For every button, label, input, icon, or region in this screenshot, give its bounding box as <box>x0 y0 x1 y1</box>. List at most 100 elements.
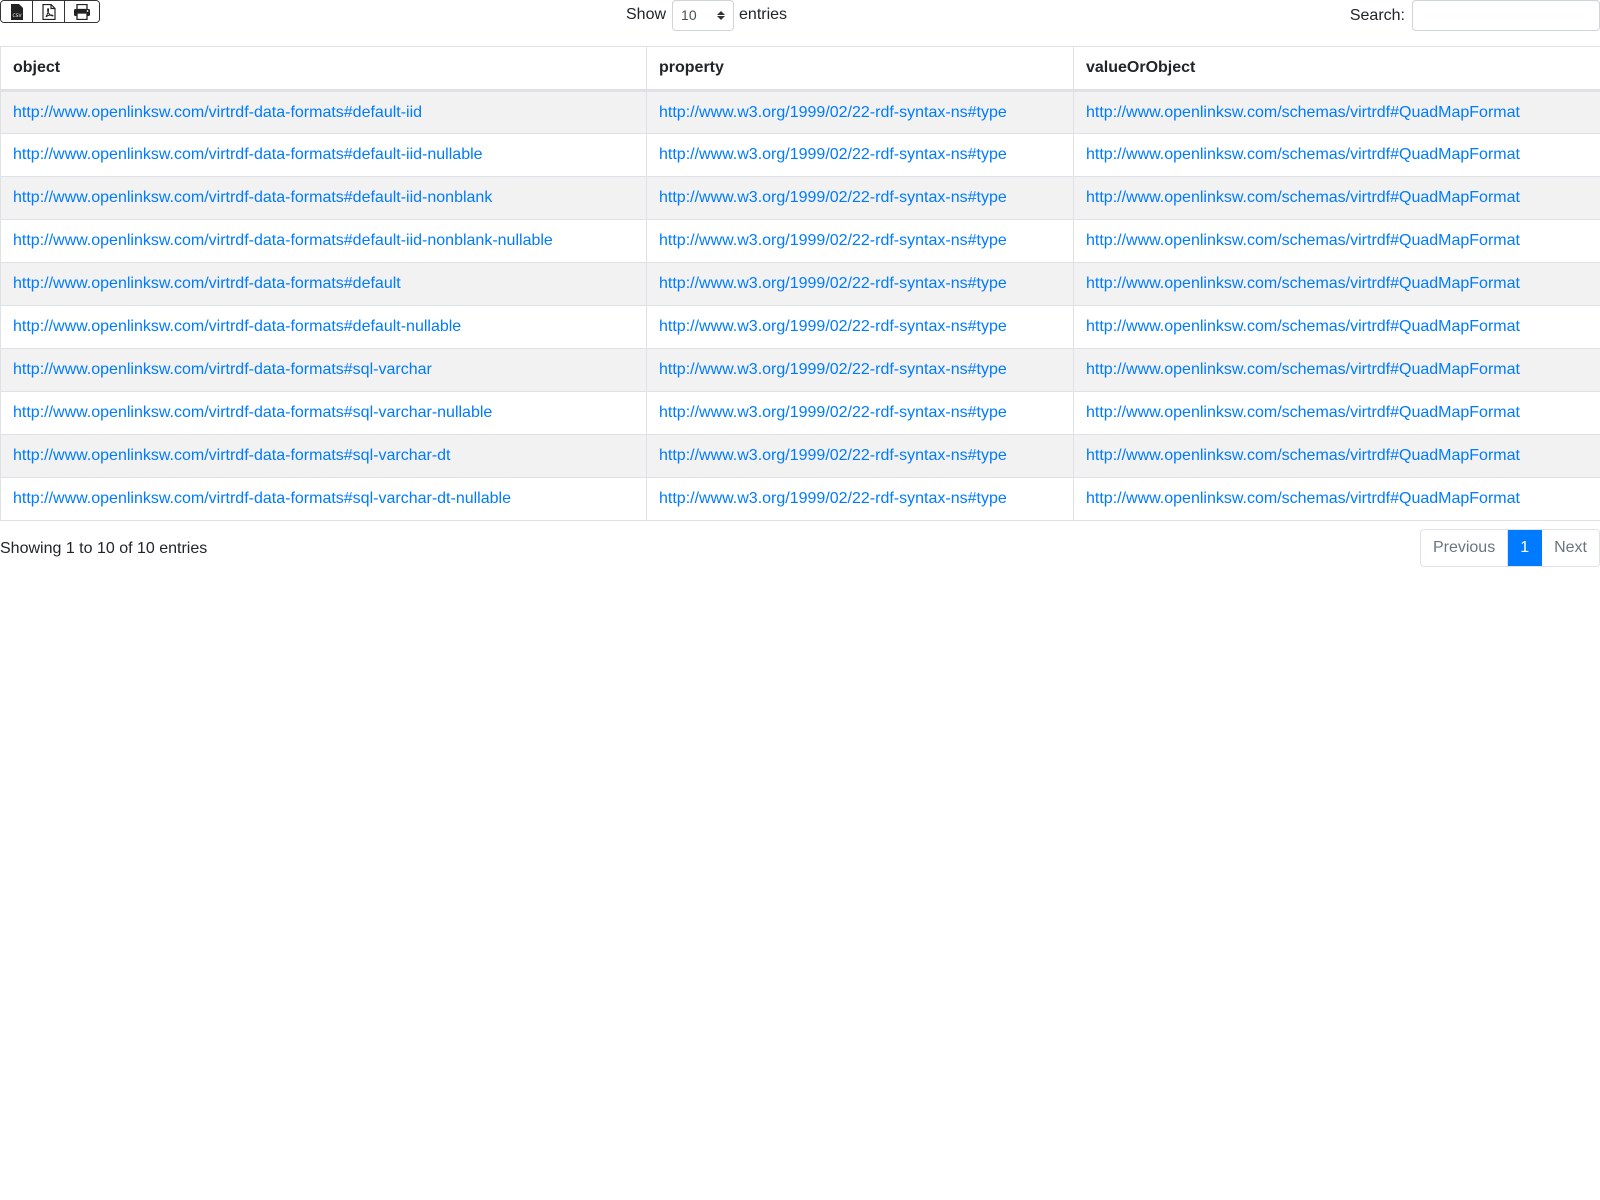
page-length-value: 10 <box>681 7 697 23</box>
object-link[interactable]: http://www.openlinksw.com/virtrdf-data-f… <box>13 404 492 421</box>
column-header-value-or-object[interactable]: valueOrObject <box>1073 46 1600 92</box>
search-label: Search: <box>1349 6 1405 24</box>
property-link[interactable]: http://www.w3.org/1999/02/22-rdf-syntax-… <box>659 447 1007 464</box>
csv-icon-label: CSV <box>12 13 22 19</box>
table-row: http://www.openlinksw.com/virtrdf-data-f… <box>0 133 1600 177</box>
table-footer: Showing 1 to 10 of 10 entries Previous 1… <box>0 521 1600 581</box>
object-cell: http://www.openlinksw.com/virtrdf-data-f… <box>0 348 647 392</box>
object-link[interactable]: http://www.openlinksw.com/virtrdf-data-f… <box>13 146 483 163</box>
table-row: http://www.openlinksw.com/virtrdf-data-f… <box>0 434 1600 478</box>
select-arrows-icon <box>717 10 726 20</box>
property-link[interactable]: http://www.w3.org/1999/02/22-rdf-syntax-… <box>659 232 1007 249</box>
pagination: Previous 1 Next <box>1419 529 1600 567</box>
property-cell: http://www.w3.org/1999/02/22-rdf-syntax-… <box>646 391 1074 435</box>
value-cell: http://www.openlinksw.com/schemas/virtrd… <box>1073 219 1600 263</box>
search-control: Search: <box>1350 0 1600 31</box>
object-cell: http://www.openlinksw.com/virtrdf-data-f… <box>0 219 647 263</box>
object-link[interactable]: http://www.openlinksw.com/virtrdf-data-f… <box>13 447 450 464</box>
value-link[interactable]: http://www.openlinksw.com/schemas/virtrd… <box>1086 404 1520 421</box>
page-length-select[interactable]: 10 <box>672 0 735 31</box>
object-cell: http://www.openlinksw.com/virtrdf-data-f… <box>0 90 647 134</box>
table-header-row: object property valueOrObject <box>0 46 1600 92</box>
table-row: http://www.openlinksw.com/virtrdf-data-f… <box>0 262 1600 306</box>
previous-page-button[interactable]: Previous <box>1420 530 1509 566</box>
value-cell: http://www.openlinksw.com/schemas/virtrd… <box>1073 176 1600 220</box>
value-cell: http://www.openlinksw.com/schemas/virtrd… <box>1073 348 1600 392</box>
property-link[interactable]: http://www.w3.org/1999/02/22-rdf-syntax-… <box>659 275 1007 292</box>
page-length-control: Show 10 entries <box>626 0 788 31</box>
object-cell: http://www.openlinksw.com/virtrdf-data-f… <box>0 305 647 349</box>
column-header-object[interactable]: object <box>0 46 647 92</box>
search-input[interactable] <box>1412 0 1600 31</box>
object-link[interactable]: http://www.openlinksw.com/virtrdf-data-f… <box>13 490 511 507</box>
table-row: http://www.openlinksw.com/virtrdf-data-f… <box>0 176 1600 220</box>
property-link[interactable]: http://www.w3.org/1999/02/22-rdf-syntax-… <box>659 146 1007 163</box>
table-row: http://www.openlinksw.com/virtrdf-data-f… <box>0 305 1600 349</box>
show-label: Show <box>626 6 667 23</box>
value-cell: http://www.openlinksw.com/schemas/virtrd… <box>1073 477 1600 521</box>
export-pdf-button[interactable] <box>33 1 65 22</box>
value-link[interactable]: http://www.openlinksw.com/schemas/virtrd… <box>1086 490 1520 507</box>
results-table: object property valueOrObject http://www… <box>0 46 1600 521</box>
value-cell: http://www.openlinksw.com/schemas/virtrd… <box>1073 90 1600 134</box>
file-csv-icon: CSV <box>10 3 23 20</box>
object-link[interactable]: http://www.openlinksw.com/virtrdf-data-f… <box>13 275 401 292</box>
property-cell: http://www.w3.org/1999/02/22-rdf-syntax-… <box>646 262 1074 306</box>
value-cell: http://www.openlinksw.com/schemas/virtrd… <box>1073 305 1600 349</box>
table-toolbar: CSV Show 10 entries Search: <box>0 0 1600 46</box>
property-cell: http://www.w3.org/1999/02/22-rdf-syntax-… <box>646 133 1074 177</box>
property-link[interactable]: http://www.w3.org/1999/02/22-rdf-syntax-… <box>659 361 1007 378</box>
table-row: http://www.openlinksw.com/virtrdf-data-f… <box>0 90 1600 134</box>
object-cell: http://www.openlinksw.com/virtrdf-data-f… <box>0 434 647 478</box>
object-link[interactable]: http://www.openlinksw.com/virtrdf-data-f… <box>13 232 553 249</box>
value-cell: http://www.openlinksw.com/schemas/virtrd… <box>1073 434 1600 478</box>
object-cell: http://www.openlinksw.com/virtrdf-data-f… <box>0 262 647 306</box>
value-cell: http://www.openlinksw.com/schemas/virtrd… <box>1073 262 1600 306</box>
object-cell: http://www.openlinksw.com/virtrdf-data-f… <box>0 477 647 521</box>
property-cell: http://www.w3.org/1999/02/22-rdf-syntax-… <box>646 176 1074 220</box>
object-cell: http://www.openlinksw.com/virtrdf-data-f… <box>0 133 647 177</box>
value-cell: http://www.openlinksw.com/schemas/virtrd… <box>1073 133 1600 177</box>
column-header-property[interactable]: property <box>646 46 1074 92</box>
property-link[interactable]: http://www.w3.org/1999/02/22-rdf-syntax-… <box>659 318 1007 335</box>
export-button-group: CSV <box>0 0 100 23</box>
object-cell: http://www.openlinksw.com/virtrdf-data-f… <box>0 176 647 220</box>
object-link[interactable]: http://www.openlinksw.com/virtrdf-data-f… <box>13 189 492 206</box>
value-link[interactable]: http://www.openlinksw.com/schemas/virtrd… <box>1086 189 1520 206</box>
value-link[interactable]: http://www.openlinksw.com/schemas/virtrd… <box>1086 146 1520 163</box>
value-link[interactable]: http://www.openlinksw.com/schemas/virtrd… <box>1086 447 1520 464</box>
property-link[interactable]: http://www.w3.org/1999/02/22-rdf-syntax-… <box>659 490 1007 507</box>
property-link[interactable]: http://www.w3.org/1999/02/22-rdf-syntax-… <box>659 189 1007 206</box>
object-link[interactable]: http://www.openlinksw.com/virtrdf-data-f… <box>13 361 432 378</box>
next-page-button[interactable]: Next <box>1542 530 1599 566</box>
object-link[interactable]: http://www.openlinksw.com/virtrdf-data-f… <box>13 104 422 121</box>
table-row: http://www.openlinksw.com/virtrdf-data-f… <box>0 219 1600 263</box>
value-link[interactable]: http://www.openlinksw.com/schemas/virtrd… <box>1086 318 1520 335</box>
value-link[interactable]: http://www.openlinksw.com/schemas/virtrd… <box>1086 275 1520 292</box>
value-link[interactable]: http://www.openlinksw.com/schemas/virtrd… <box>1086 104 1520 121</box>
property-link[interactable]: http://www.w3.org/1999/02/22-rdf-syntax-… <box>659 404 1007 421</box>
property-cell: http://www.w3.org/1999/02/22-rdf-syntax-… <box>646 348 1074 392</box>
print-button[interactable] <box>65 1 99 22</box>
value-link[interactable]: http://www.openlinksw.com/schemas/virtrd… <box>1086 232 1520 249</box>
property-cell: http://www.w3.org/1999/02/22-rdf-syntax-… <box>646 305 1074 349</box>
property-cell: http://www.w3.org/1999/02/22-rdf-syntax-… <box>646 434 1074 478</box>
entries-label: entries <box>739 6 788 23</box>
file-pdf-icon <box>41 3 56 20</box>
value-cell: http://www.openlinksw.com/schemas/virtrd… <box>1073 391 1600 435</box>
page-1-button[interactable]: 1 <box>1508 530 1543 566</box>
property-link[interactable]: http://www.w3.org/1999/02/22-rdf-syntax-… <box>659 104 1007 121</box>
table-row: http://www.openlinksw.com/virtrdf-data-f… <box>0 391 1600 435</box>
table-body: http://www.openlinksw.com/virtrdf-data-f… <box>0 90 1600 521</box>
table-row: http://www.openlinksw.com/virtrdf-data-f… <box>0 477 1600 521</box>
property-cell: http://www.w3.org/1999/02/22-rdf-syntax-… <box>646 90 1074 134</box>
export-csv-button[interactable]: CSV <box>1 1 33 22</box>
value-link[interactable]: http://www.openlinksw.com/schemas/virtrd… <box>1086 361 1520 378</box>
entries-info: Showing 1 to 10 of 10 entries <box>0 540 208 557</box>
print-icon <box>74 3 90 20</box>
object-cell: http://www.openlinksw.com/virtrdf-data-f… <box>0 391 647 435</box>
property-cell: http://www.w3.org/1999/02/22-rdf-syntax-… <box>646 477 1074 521</box>
object-link[interactable]: http://www.openlinksw.com/virtrdf-data-f… <box>13 318 461 335</box>
property-cell: http://www.w3.org/1999/02/22-rdf-syntax-… <box>646 219 1074 263</box>
table-row: http://www.openlinksw.com/virtrdf-data-f… <box>0 348 1600 392</box>
